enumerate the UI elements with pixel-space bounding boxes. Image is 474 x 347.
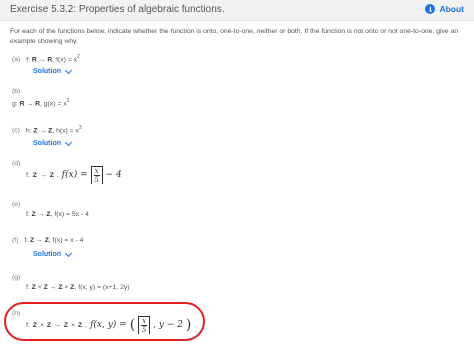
floor-bracket: x 5	[90, 166, 103, 184]
part-marker: (h)	[12, 310, 21, 317]
floor-bracket: x 5	[138, 316, 151, 334]
open-paren: (	[129, 317, 136, 333]
close-paren: )	[185, 317, 192, 333]
part-b-function: g: R → R, g(x) = x3	[12, 98, 70, 108]
part-marker: (b)	[12, 88, 21, 95]
info-icon: i	[425, 4, 436, 14]
exercise-header: Exercise 5.3.2: Properties of algebraic …	[0, 0, 474, 21]
chevron-down-icon	[64, 138, 73, 147]
part-e-function: f: Z → Z, f(x) = 5x - 4	[26, 211, 89, 218]
part-g-function: f: Z × Z → Z × Z, f(x, y) = (x+1, 2y)	[26, 284, 130, 291]
part-d: (d)	[12, 160, 24, 167]
solution-toggle-c[interactable]: Solution	[33, 138, 73, 147]
part-b: (b)	[12, 88, 24, 95]
about-button[interactable]: i About	[425, 4, 464, 14]
part-e: (e)	[12, 201, 24, 208]
part-a: (a) f: R → R, f(x) = x2	[12, 54, 80, 64]
part-h-function: f: Z × Z → Z × Z, f(x, y) = ( x 5 , y − …	[26, 316, 192, 334]
part-marker: (c)	[12, 127, 20, 135]
part-marker: (d)	[12, 160, 21, 167]
part-marker: (e)	[12, 201, 21, 208]
solution-toggle-f[interactable]: Solution	[33, 249, 73, 258]
part-g: (g)	[12, 274, 24, 281]
part-marker: (g)	[12, 274, 21, 281]
exercise-title: Exercise 5.3.2: Properties of algebraic …	[10, 4, 225, 15]
chevron-down-icon	[64, 249, 73, 258]
about-label: About	[439, 4, 464, 14]
part-marker: (a)	[12, 56, 21, 64]
part-f: (f) f: Z → Z, f(x) = x - 4	[12, 237, 84, 244]
exercise-instructions: For each of the functions below, indicat…	[10, 28, 459, 45]
chevron-down-icon	[64, 66, 73, 75]
part-c: (c) h: Z → Z, h(x) = x3	[12, 125, 82, 135]
solution-toggle-a[interactable]: Solution	[33, 66, 73, 75]
part-marker: (f)	[12, 237, 19, 244]
part-d-function: f: Z → Z, f(x) = x 5 − 4	[26, 166, 122, 184]
fraction: x 5	[93, 167, 100, 184]
part-h: (h)	[12, 310, 24, 317]
fraction: x 5	[141, 317, 148, 334]
